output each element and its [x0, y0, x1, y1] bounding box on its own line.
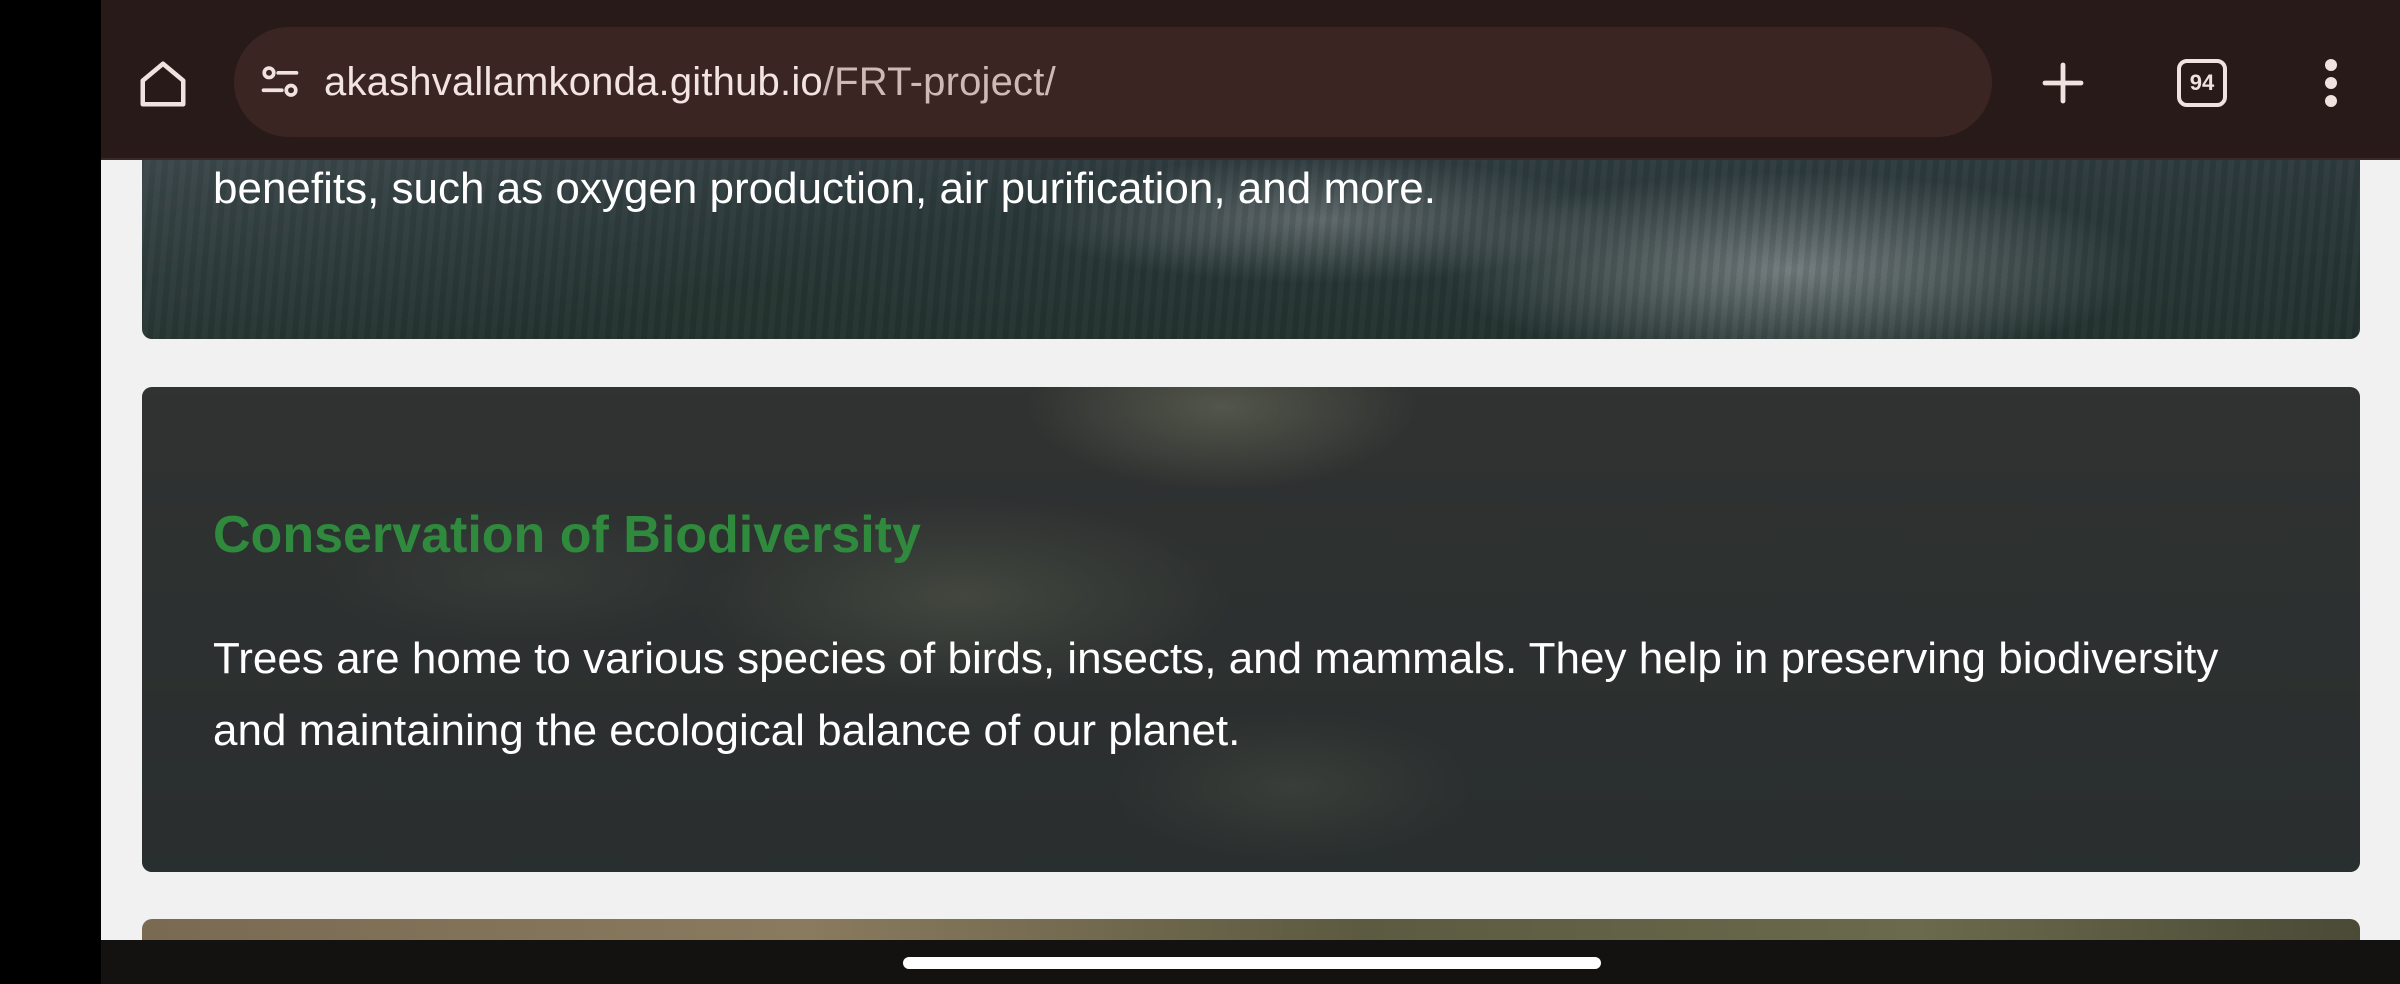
more-vert-icon	[2325, 59, 2337, 107]
device-bezel	[0, 0, 101, 984]
url-host: akashvallamkonda.github.io	[324, 59, 823, 104]
tab-count: 94	[2189, 70, 2215, 95]
card-body-text: Trees are home to various species of bir…	[213, 634, 2219, 755]
browser-screen: benefits, such as oxygen production, air…	[101, 0, 2400, 984]
site-info-button[interactable]	[254, 56, 306, 108]
home-button[interactable]	[131, 52, 195, 116]
card-title: Conservation of Biodiversity	[213, 506, 921, 564]
previous-card-text: benefits, such as oxygen production, air…	[213, 164, 1436, 213]
menu-button[interactable]	[2306, 50, 2356, 116]
site-info-icon	[261, 66, 299, 97]
browser-toolbar: akashvallamkonda.github.io/FRT-project/ …	[101, 0, 2400, 160]
biodiversity-card: Conservation of Biodiversity Trees are h…	[142, 387, 2360, 872]
tab-switcher-button[interactable]: 94	[2169, 50, 2235, 116]
url-path: /FRT-project/	[822, 59, 1056, 104]
url-text: akashvallamkonda.github.io/FRT-project/	[324, 60, 1056, 105]
home-gesture-handle[interactable]	[903, 957, 1601, 969]
new-tab-button[interactable]	[2030, 50, 2096, 116]
tab-switcher-icon: 94	[2177, 59, 2227, 107]
navigation-gesture-area	[101, 940, 2400, 984]
plus-icon	[2042, 62, 2084, 104]
address-bar[interactable]: akashvallamkonda.github.io/FRT-project/	[234, 27, 1992, 137]
home-icon	[140, 61, 186, 107]
